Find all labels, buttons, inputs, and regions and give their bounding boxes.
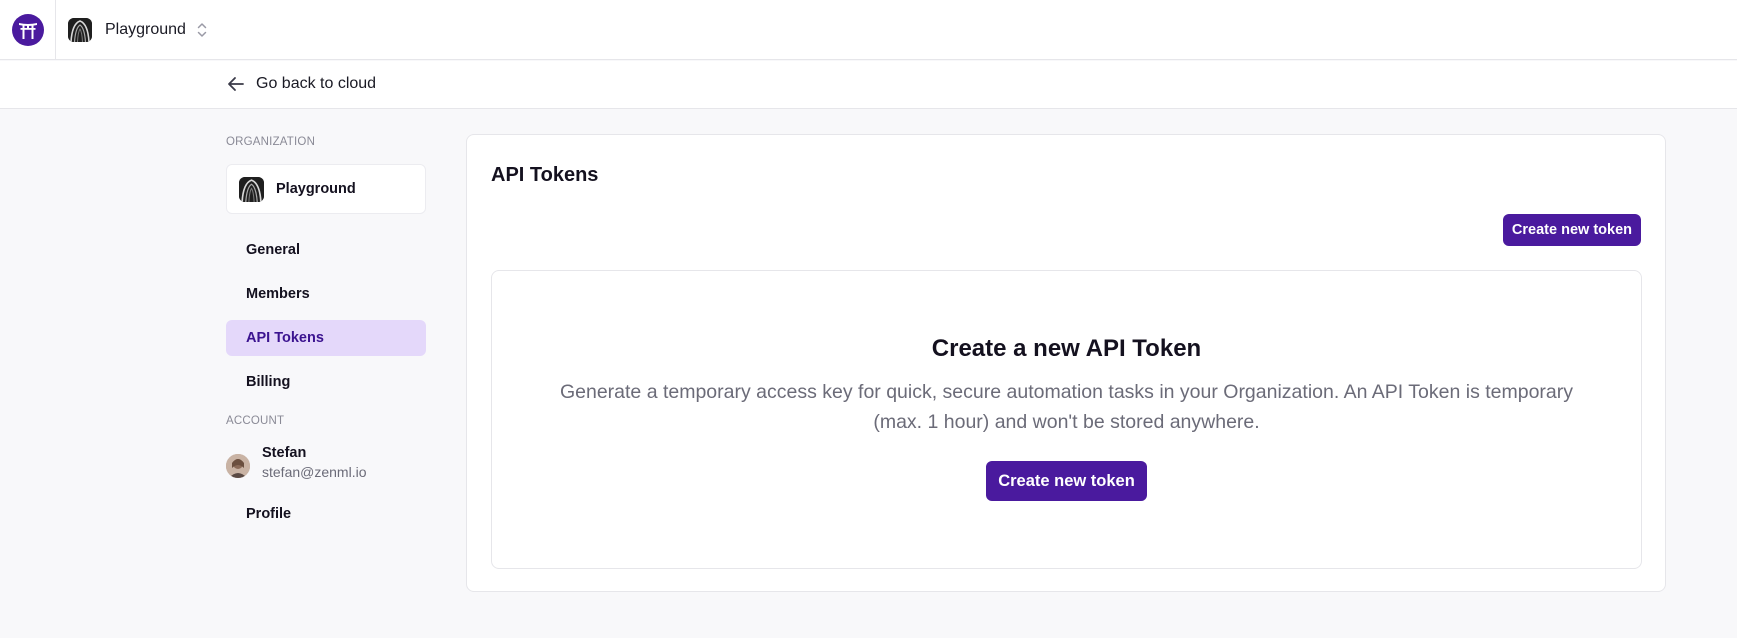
top-bar: Playground [0,0,1737,60]
page-title: API Tokens [491,164,599,186]
org-switcher-name: Playground [105,20,186,38]
back-bar: Go back to cloud [0,61,1737,109]
empty-state-create-token-button[interactable]: Create new token [986,461,1147,501]
sidebar-item-general[interactable]: General [226,232,426,268]
avatar [226,454,250,478]
org-switcher[interactable]: Playground [68,17,208,42]
user-name: Stefan [262,445,307,461]
api-tokens-panel: API Tokens Create new token Create a new… [466,134,1666,592]
sidebar-item-members[interactable]: Members [226,276,426,312]
org-avatar [68,17,92,42]
arrow-left-icon [226,74,246,94]
sidebar-item-billing[interactable]: Billing [226,364,426,400]
sidebar-item-api-tokens[interactable]: API Tokens [226,320,426,356]
empty-state-description: Generate a temporary access key for quic… [559,381,1574,433]
go-back-link[interactable]: Go back to cloud [226,74,376,94]
sidebar-item-profile[interactable]: Profile [226,496,426,532]
organization-section-label: ORGANIZATION [226,136,316,148]
account-section-label: ACCOUNT [226,415,285,427]
org-avatar [239,176,264,202]
logo-cell [0,0,56,60]
chevron-up-down-icon [196,21,208,39]
user-email: stefan@zenml.io [262,464,367,480]
create-token-button[interactable]: Create new token [1502,214,1641,246]
user-info: Stefan stefan@zenml.io [226,445,426,480]
torii-gate-icon[interactable] [11,13,44,46]
org-card-name: Playground [276,181,356,197]
org-nav: General Members API Tokens Billing [226,232,426,400]
go-back-label: Go back to cloud [256,75,377,92]
settings-sidebar: ORGANIZATION Playground General Members … [226,136,426,540]
empty-state-title: Create a new API Token [931,335,1202,362]
empty-state: Create a new API Token Generate a tempor… [491,270,1642,569]
org-card[interactable]: Playground [226,164,426,214]
